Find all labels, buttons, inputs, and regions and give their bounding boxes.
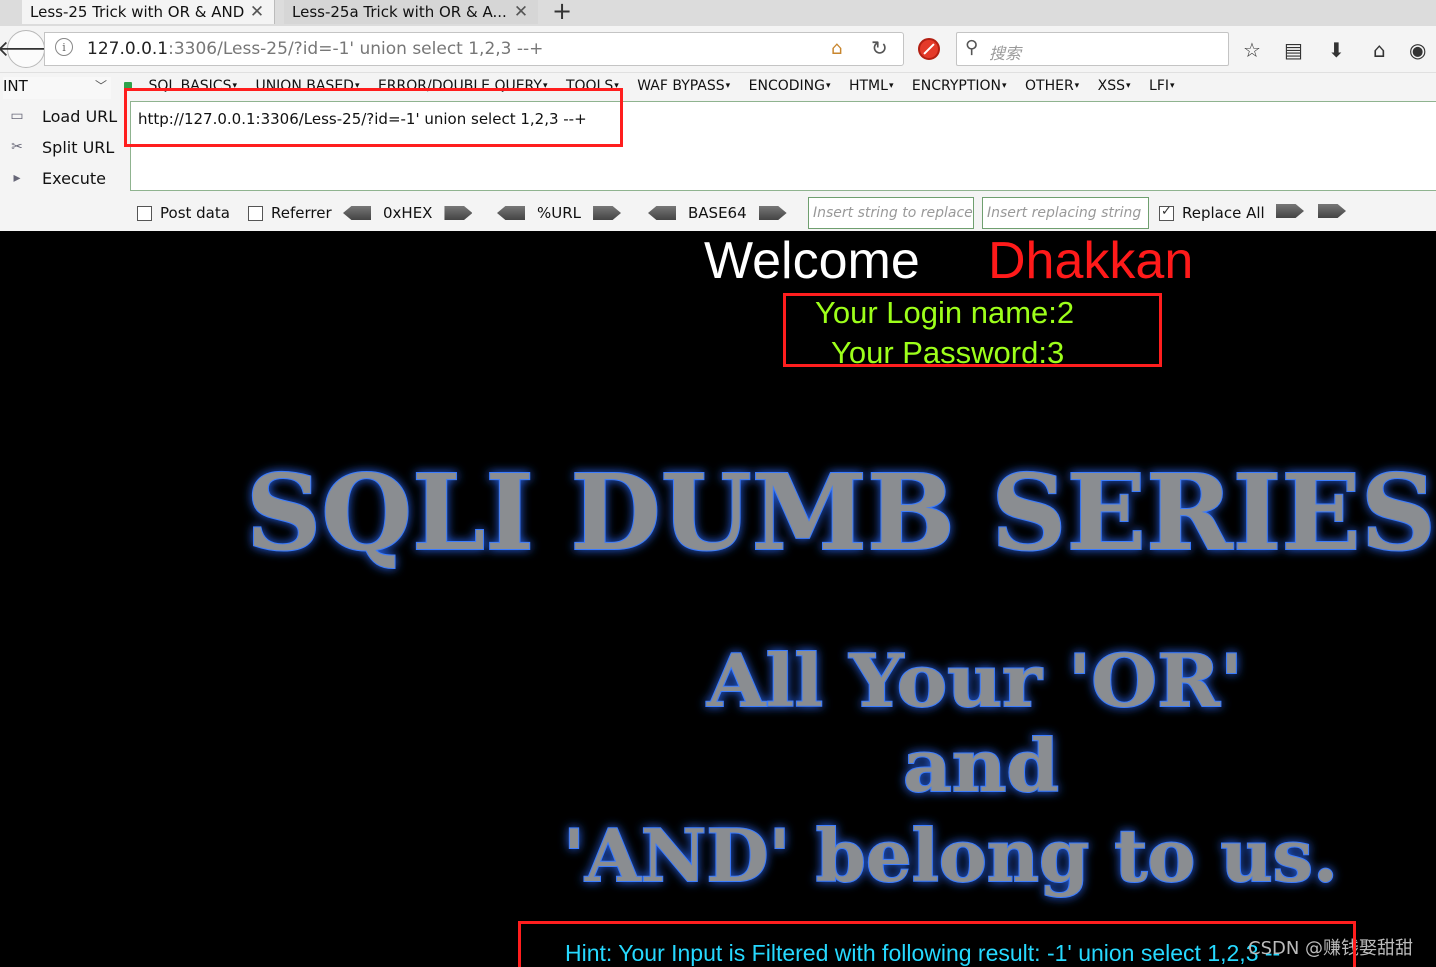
arrow-right-icon[interactable] [593,206,622,220]
execute-button[interactable]: ▸ Execute [6,166,124,190]
info-icon[interactable]: i [55,38,73,56]
mode-select[interactable]: INT ﹀ [3,77,111,99]
post-data-label: Post data [160,204,230,222]
home-icon[interactable]: ⌂ [1373,38,1386,62]
arrow-left-icon[interactable] [343,206,371,220]
search-icon: ⚲ [965,37,979,58]
load-url-label: Load URL [42,106,118,126]
arrow-right-icon[interactable] [1318,204,1346,218]
arrow-right-icon[interactable] [444,206,473,220]
block-icon[interactable] [918,38,940,60]
menu-other[interactable]: OTHER [1025,78,1079,94]
tab-strip: Less-25 Trick with OR & AND ✕ Less-25a T… [0,0,1436,26]
referrer-label: Referrer [271,204,332,222]
page-content: Welcome Dhakkan Your Login name:2 Your P… [0,231,1436,967]
nav-bar: 🡐 i 127.0.0.1:3306/Less-25/?id=-1' union… [0,26,1436,72]
menu-waf-bypass[interactable]: WAF BYPASS [637,78,730,94]
banner-line-3: 'AND' belong to us. [563,813,1338,898]
mode-value: INT [3,77,28,95]
close-icon[interactable]: ✕ [248,2,266,22]
replace-string-input[interactable]: Insert string to replace [808,197,974,229]
banner-line-1: All Your 'OR' [706,638,1243,723]
split-url-label: Split URL [42,137,115,157]
new-tab-icon[interactable]: + [552,0,572,25]
drive-icon: ▭ [10,108,24,124]
annotation-box-hint [518,921,1356,967]
checkbox-box[interactable] [1159,204,1174,221]
execute-label: Execute [42,168,106,188]
annotation-box-url [124,88,623,147]
base64-encoder: BASE64 [648,204,787,222]
home-icon[interactable]: ⌂ [831,38,842,59]
reload-icon[interactable]: ↻ [871,36,888,60]
arrow-right-icon[interactable] [1276,204,1304,218]
close-icon[interactable]: ✕ [512,2,530,22]
base64-label: BASE64 [688,204,747,222]
arrow-left-icon[interactable] [497,206,525,220]
checkbox-box[interactable] [248,205,263,221]
replace-all-label: Replace All [1182,204,1265,222]
tab-less25[interactable]: Less-25 Trick with OR & AND ✕ [22,0,275,24]
url-text[interactable]: 127.0.0.1:3306/Less-25/?id=-1' union sel… [87,39,543,59]
search-input[interactable]: ⚲ 搜索 [956,32,1229,66]
arrow-right-icon[interactable] [758,206,787,220]
replacing-string-input[interactable]: Insert replacing string [982,197,1149,229]
referrer-checkbox[interactable]: Referrer [248,204,332,222]
chevron-down-icon: ﹀ [94,79,107,93]
scissors-icon: ✂ [11,139,23,155]
arrow-left-icon[interactable] [648,206,676,220]
url-encode-label: %URL [537,204,582,222]
back-button[interactable]: 🡐 [0,30,56,68]
url-bar[interactable]: i 127.0.0.1:3306/Less-25/?id=-1' union s… [44,32,904,66]
hex-label: 0xHEX [383,204,433,222]
annotation-box-credentials [783,293,1162,367]
menu-lfi[interactable]: LFI [1149,78,1175,94]
url-path: :3306/Less-25/?id=-1' union select 1,2,3… [168,39,544,59]
globe-icon[interactable]: ◉ [1409,38,1426,62]
reading-list-icon[interactable]: ▤ [1284,38,1303,62]
tab-label: Less-25a Trick with OR & A... [292,3,507,21]
post-data-checkbox[interactable]: Post data [137,204,230,222]
menu-encoding[interactable]: ENCODING [749,78,831,94]
banner-line-2: and [903,723,1059,808]
replace-actions [1276,204,1346,218]
search-placeholder: 搜索 [989,44,1022,63]
load-url-button[interactable]: ▭ Load URL [6,104,124,128]
banner-image: SQLI DUMB SERIES All Your 'OR' and 'AND'… [245,450,1436,899]
menu-xss[interactable]: XSS [1098,78,1131,94]
checkbox-box[interactable] [137,205,152,221]
hex-encoder: 0xHEX [343,204,473,222]
tab-label: Less-25 Trick with OR & AND [30,3,245,21]
menu-html[interactable]: HTML [849,78,894,94]
star-icon[interactable]: ☆ [1243,38,1261,62]
url-encoder: %URL [497,204,622,222]
menu-encryption[interactable]: ENCRYPTION [912,78,1007,94]
split-url-button[interactable]: ✂ Split URL [6,135,124,159]
banner-title: SQLI DUMB SERIES [246,451,1436,574]
tab-less25a[interactable]: Less-25a Trick with OR & A... ✕ [284,0,538,24]
url-host: 127.0.0.1 [87,39,169,59]
download-icon[interactable]: ⬇ [1328,38,1345,62]
replace-all-checkbox[interactable]: Replace All [1159,204,1265,222]
play-icon: ▸ [13,170,21,186]
